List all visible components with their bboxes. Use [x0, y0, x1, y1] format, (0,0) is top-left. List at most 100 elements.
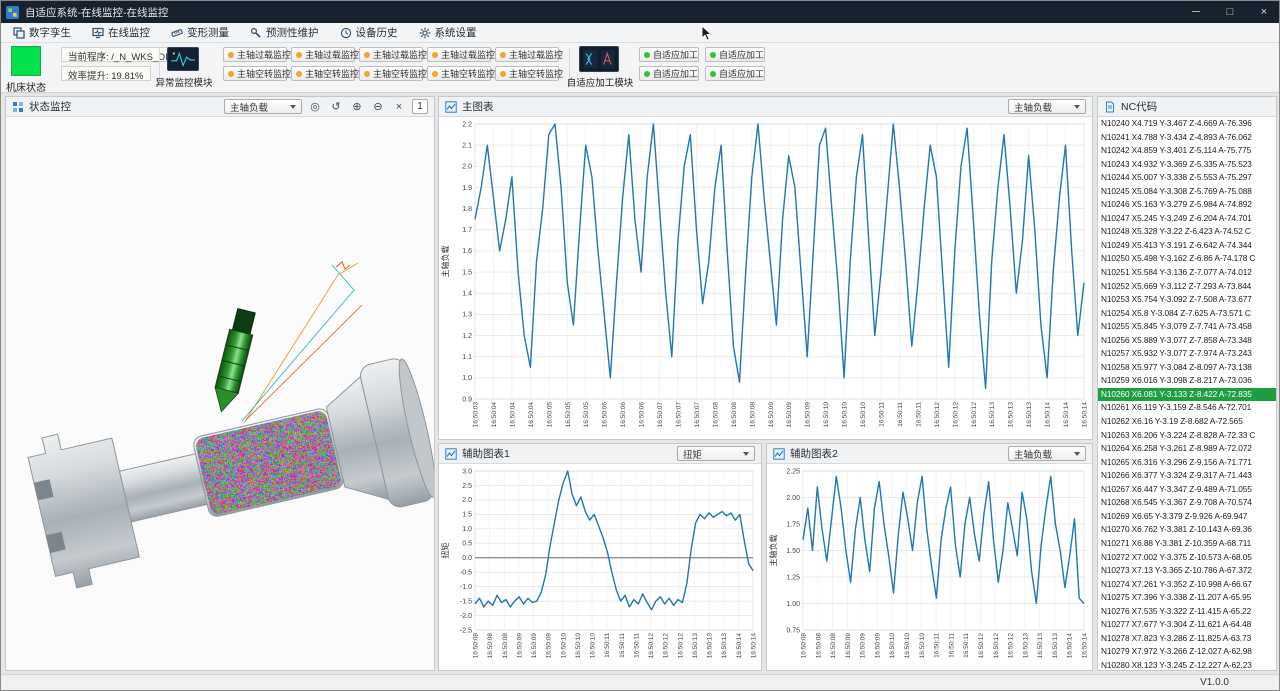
adaptive-machining-button[interactable]: 自适应加工 [639, 47, 699, 62]
nc-code-line[interactable]: N10264 X6.258 Y-3.261 Z-8.989 A-72.072 [1098, 442, 1276, 456]
svg-text:16:50:10: 16:50:10 [919, 633, 926, 659]
spindle-overload-button[interactable]: 主轴过载监控 [359, 47, 423, 62]
menu-item-label: 系统设置 [435, 25, 477, 40]
aux-chart2-title: 辅助图表2 [790, 446, 838, 461]
nc-code-line[interactable]: N10272 X7.002 Y-3.375 Z-10.573 A-68.05 [1098, 551, 1276, 565]
nc-code-line[interactable]: N10256 X5.889 Y-3.077 Z-7.858 A-73.348 [1098, 334, 1276, 348]
menu-item-predictive-maintenance[interactable]: 预测性维护 [244, 23, 328, 42]
menu-item-digital-twin[interactable]: 数字孪生 [7, 23, 80, 42]
abnormal-module-icon[interactable] [167, 47, 199, 71]
spindle-idle-button[interactable]: 主轴空转监控 [359, 66, 423, 81]
reset-view-icon[interactable]: ↺ [328, 99, 344, 114]
svg-text:16:50:08: 16:50:08 [712, 402, 719, 428]
nc-code-line[interactable]: N10269 X6.65 Y-3.379 Z-9.926 A-69.947 [1098, 510, 1276, 524]
close-button[interactable]: × [1247, 1, 1280, 23]
adaptive-machining-button[interactable]: 自适应加工 [705, 66, 765, 81]
main-chart-signal-select[interactable]: 主轴负载 [1008, 99, 1086, 114]
minimize-button[interactable]: ─ [1179, 1, 1213, 23]
nc-code-line[interactable]: N10278 X7.823 Y-3.286 Z-11.825 A-63.73 [1098, 632, 1276, 646]
nc-code-line[interactable]: N10249 X5.413 Y-3.191 Z-6.642 A-74.344 [1098, 239, 1276, 253]
menu-item-device-history[interactable]: 设备历史 [334, 23, 407, 42]
menu-item-label: 预测性维护 [266, 25, 319, 40]
adaptive-module-icon[interactable] [579, 46, 619, 72]
spindle-overload-button[interactable]: 主轴过载监控 [291, 47, 355, 62]
maximize-button[interactable]: □ [1213, 1, 1247, 23]
nc-code-line[interactable]: N10267 X6.447 Y-3.347 Z-9.489 A-71.055 [1098, 483, 1276, 497]
nc-code-line[interactable]: N10243 X4.932 Y-3.369 Z-5.335 A-75.523 [1098, 158, 1276, 172]
nc-code-line[interactable]: N10271 X6.88 Y-3.381 Z-10.359 A-68.711 [1098, 537, 1276, 551]
nc-code-line[interactable]: N10248 X5.328 Y-3.22 Z-6.423 A-74.52 C [1098, 225, 1276, 239]
nc-code-line[interactable]: N10253 X5.754 Y-3.092 Z-7.508 A-73.677 [1098, 293, 1276, 307]
nc-code-line[interactable]: N10250 X5.498 Y-3.162 Z-6.86 A-74.178 C [1098, 252, 1276, 266]
nc-code-line[interactable]: N10240 X4.719 Y-3.467 Z-4.669 A-76.396 [1098, 117, 1276, 131]
spindle-idle-button[interactable]: 主轴空转监控 [291, 66, 355, 81]
svg-text:16:50:14: 16:50:14 [751, 633, 758, 659]
svg-text:16:50:14: 16:50:14 [1063, 402, 1070, 428]
nc-code-line[interactable]: N10251 X5.584 Y-3.136 Z-7.077 A-74.012 [1098, 266, 1276, 280]
aux-chart1-signal-select[interactable]: 扭矩 [677, 446, 755, 461]
zoom-in-icon[interactable]: ⊕ [349, 99, 365, 114]
svg-text:1.50: 1.50 [786, 548, 800, 555]
nc-code-line[interactable]: N10262 X6.16 Y-3.19 Z-8.682 A-72.565 [1098, 415, 1276, 429]
nc-code-panel: NC代码 N10240 X4.719 Y-3.467 Z-4.669 A-76.… [1097, 96, 1277, 671]
window-title: 自适应系统-在线监控-在线监控 [25, 5, 169, 20]
zoom-out-icon[interactable]: ⊖ [370, 99, 386, 114]
svg-text:16:50:11: 16:50:11 [879, 402, 886, 427]
spindle-overload-button[interactable]: 主轴过载监控 [495, 47, 559, 62]
svg-text:16:50:08: 16:50:08 [731, 402, 738, 428]
nc-code-line[interactable]: N10276 X7.535 Y-3.322 Z-11.415 A-65.22 [1098, 605, 1276, 619]
nc-code-line[interactable]: N10266 X6.377 Y-3.324 Z-9.317 A-71.443 [1098, 469, 1276, 483]
model-overlay-select[interactable]: 主轴负载 [224, 99, 302, 114]
nc-code-line[interactable]: N10246 X5.163 Y-3.279 Z-5.984 A-74.892 [1098, 198, 1276, 212]
nc-code-line[interactable]: N10275 X7.396 Y-3.338 Z-11.207 A-65.95 [1098, 591, 1276, 605]
spindle-overload-button[interactable]: 主轴过载监控 [223, 47, 287, 62]
spindle-idle-button[interactable]: 主轴空转监控 [495, 66, 559, 81]
svg-text:1.0: 1.0 [462, 526, 472, 533]
status-bar: V1.0.0 [1, 674, 1280, 691]
clear-icon[interactable]: × [391, 99, 407, 114]
spindle-idle-button[interactable]: 主轴空转监控 [427, 66, 491, 81]
target-icon[interactable]: ◎ [307, 99, 323, 114]
view-count-badge[interactable]: 1 [412, 99, 428, 114]
nc-code-line[interactable]: N10261 X6.119 Y-3.159 Z-8.546 A-72.701 [1098, 401, 1276, 415]
nc-code-line[interactable]: N10258 X5.977 Y-3.084 Z-8.097 A-73.138 [1098, 361, 1276, 375]
nc-code-line[interactable]: N10279 X7.972 Y-3.266 Z-12.027 A-62.98 [1098, 645, 1276, 659]
nc-code-line[interactable]: N10247 X5.245 Y-3.249 Z-6.204 A-74.701 [1098, 212, 1276, 226]
nc-code-line[interactable]: N10257 X5.932 Y-3.077 Z-7.974 A-73.243 [1098, 347, 1276, 361]
nc-code-line[interactable]: N10260 X6.081 Y-3.133 Z-8.422 A-72.835 [1098, 388, 1276, 402]
nc-code-line[interactable]: N10270 X6.762 Y-3.381 Z-10.143 A-69.36 [1098, 523, 1276, 537]
nc-code-list[interactable]: N10240 X4.719 Y-3.467 Z-4.669 A-76.396N1… [1098, 117, 1276, 670]
svg-text:16:50:08: 16:50:08 [502, 633, 509, 659]
nc-code-line[interactable]: N10280 X8.123 Y-3.245 Z-12.227 A-62.23 [1098, 659, 1276, 670]
nc-code-line[interactable]: N10274 X7.261 Y-3.352 Z-10.998 A-66.67 [1098, 578, 1276, 592]
nc-code-line[interactable]: N10242 X4.859 Y-3.401 Z-5.114 A-75.775 [1098, 144, 1276, 158]
nc-code-line[interactable]: N10255 X5.845 Y-3.079 Z-7.741 A-73.458 [1098, 320, 1276, 334]
green-dot-icon [644, 52, 650, 58]
model-viewport[interactable] [6, 117, 434, 670]
nc-code-line[interactable]: N10241 X4.788 Y-3.434 Z-4.893 A-76.062 [1098, 131, 1276, 145]
nc-code-line[interactable]: N10273 X7.13 Y-3.365 Z-10.786 A-67.372 [1098, 564, 1276, 578]
nc-code-line[interactable]: N10268 X6.545 Y-3.367 Z-9.708 A-70.574 [1098, 496, 1276, 510]
spindle-idle-button[interactable]: 主轴空转监控 [223, 66, 287, 81]
titlebar: 自适应系统-在线监控-在线监控 ─ □ × [1, 1, 1280, 23]
nc-code-line[interactable]: N10244 X5.007 Y-3.338 Z-5.553 A-75.297 [1098, 171, 1276, 185]
aux-chart2-signal-select[interactable]: 主轴负载 [1008, 446, 1086, 461]
orange-dot-icon [432, 52, 438, 58]
nc-code-line[interactable]: N10259 X6.016 Y-3.098 Z-8.217 A-73.036 [1098, 374, 1276, 388]
nc-code-line[interactable]: N10252 X5.669 Y-3.112 Z-7.293 A-73.844 [1098, 280, 1276, 294]
adaptive-machining-button[interactable]: 自适应加工 [639, 66, 699, 81]
svg-text:16:50:14: 16:50:14 [736, 633, 743, 659]
nc-code-line[interactable]: N10277 X7.677 Y-3.304 Z-11.621 A-64.48 [1098, 618, 1276, 632]
svg-text:16:50:08: 16:50:08 [815, 633, 822, 659]
spindle-overload-button[interactable]: 主轴过载监控 [427, 47, 491, 62]
menu-item-system-settings[interactable]: 系统设置 [413, 23, 486, 42]
nc-code-line[interactable]: N10265 X6.316 Y-3.296 Z-9.156 A-71.771 [1098, 456, 1276, 470]
nc-code-line[interactable]: N10245 X5.084 Y-3.308 Z-5.769 A-75.088 [1098, 185, 1276, 199]
nc-code-line[interactable]: N10263 X6.206 Y-3.224 Z-8.828 A-72.33 C [1098, 429, 1276, 443]
nc-code-line[interactable]: N10254 X5.8 Y-3.084 Z-7.625 A-73.571 C [1098, 307, 1276, 321]
adaptive-machining-button[interactable]: 自适应加工 [705, 47, 765, 62]
menu-item-deformation-measure[interactable]: 变形测量 [165, 23, 238, 42]
clock-icon [340, 27, 352, 39]
menu-item-online-monitoring[interactable]: 在线监控 [86, 23, 159, 42]
svg-text:16:50:09: 16:50:09 [860, 633, 867, 659]
